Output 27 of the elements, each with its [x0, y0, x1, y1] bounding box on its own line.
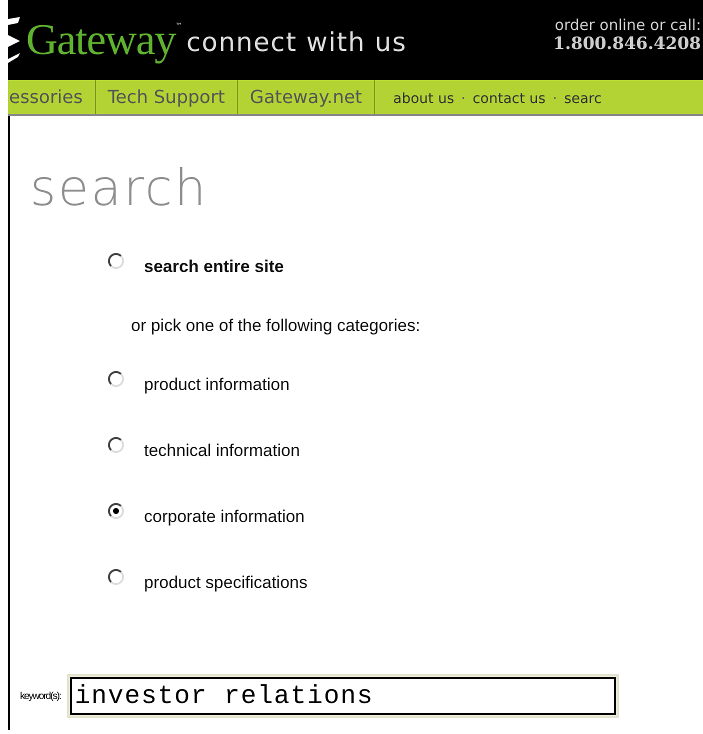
logo-mark-icon — [8, 15, 22, 65]
keywords-label: keyword(s): — [20, 690, 61, 702]
option-label: technical information — [144, 441, 300, 461]
option-label: product specifications — [144, 573, 308, 593]
nav-tab[interactable]: Gateway.net — [238, 80, 376, 114]
radio-button[interactable] — [108, 503, 124, 519]
nav-link[interactable]: about us — [393, 91, 454, 107]
instruction-text: or pick one of the following categories: — [130, 315, 422, 337]
nav-tab[interactable]: Tech Support — [96, 80, 238, 114]
separator: · — [552, 91, 558, 107]
separator: · — [461, 91, 466, 107]
radio-button[interactable] — [108, 371, 124, 387]
logo[interactable]: Gateway — [26, 18, 176, 62]
radio-button[interactable] — [108, 253, 124, 269]
option-label: search entire site — [144, 257, 284, 277]
radio-button[interactable] — [108, 437, 124, 453]
option-label: corporate information — [144, 507, 305, 527]
order-label: order online or call: — [554, 16, 701, 34]
nav-link[interactable]: contact us — [472, 91, 546, 107]
tagline: connect with us — [186, 28, 407, 58]
phone-number: 1.800.846.4208 — [553, 34, 701, 54]
page-title: search — [29, 158, 210, 219]
radio-button[interactable] — [108, 569, 124, 585]
nav-link[interactable]: searc — [564, 91, 602, 107]
nav-tab[interactable]: essories — [8, 80, 96, 114]
option-label: product information — [144, 375, 290, 395]
keywords-field[interactable]: investor relations — [66, 674, 619, 718]
